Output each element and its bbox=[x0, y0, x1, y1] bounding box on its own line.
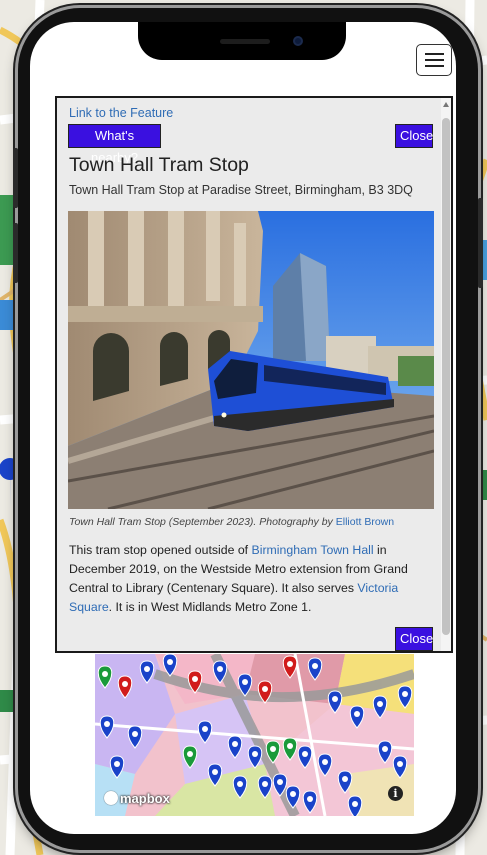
map-pin-dot bbox=[167, 659, 173, 665]
feature-title: Town Hall Tram Stop bbox=[69, 154, 249, 176]
map-pin-dot bbox=[212, 769, 218, 775]
power-button bbox=[478, 198, 483, 288]
map-pin-dot bbox=[237, 781, 243, 787]
map-pin-dot bbox=[352, 801, 358, 807]
map-pin-dot bbox=[242, 679, 248, 685]
map-pin-dot bbox=[332, 696, 338, 702]
map-pin-dot bbox=[307, 796, 313, 802]
map-pin-dot bbox=[262, 686, 268, 692]
feature-address: Town Hall Tram Stop at Paradise Street, … bbox=[69, 183, 413, 197]
phone-notch bbox=[138, 22, 346, 60]
map-pin-dot bbox=[382, 746, 388, 752]
hamburger-menu-button[interactable] bbox=[416, 44, 452, 76]
volume-button bbox=[13, 148, 18, 208]
map-pin-dot bbox=[102, 671, 108, 677]
popup-content: Link to the Feature What's nearby? Close… bbox=[57, 98, 441, 651]
map-pin-dot bbox=[262, 781, 268, 787]
photographer-link[interactable]: Elliott Brown bbox=[336, 516, 394, 528]
photo-caption: Town Hall Tram Stop (September 2023). Ph… bbox=[69, 516, 395, 528]
map-pin-dot bbox=[402, 691, 408, 697]
map-pin-dot bbox=[312, 663, 318, 669]
scroll-up-icon[interactable] bbox=[443, 102, 449, 107]
hamburger-menu-icon bbox=[424, 53, 444, 55]
map-pin-dot bbox=[187, 751, 193, 757]
hamburger-menu-icon bbox=[424, 59, 444, 61]
camera-icon bbox=[293, 36, 303, 46]
map-pin-dot bbox=[277, 779, 283, 785]
map-pin-dot bbox=[322, 759, 328, 765]
map-pin-dot bbox=[287, 743, 293, 749]
mapbox-logo-icon bbox=[104, 791, 118, 805]
map-pin-dot bbox=[202, 726, 208, 732]
scrollbar-thumb[interactable] bbox=[442, 118, 450, 635]
map-pin-dot bbox=[252, 751, 258, 757]
info-icon[interactable]: i bbox=[388, 786, 403, 801]
map-pin-dot bbox=[217, 666, 223, 672]
map-pin-dot bbox=[290, 791, 296, 797]
speaker-grille bbox=[220, 39, 270, 44]
popup-scrollbar[interactable] bbox=[441, 98, 451, 651]
birmingham-town-hall-link[interactable]: Birmingham Town Hall bbox=[252, 543, 374, 557]
feature-description: This tram stop opened outside of Birming… bbox=[69, 543, 408, 614]
map-pin-dot bbox=[302, 751, 308, 757]
map-pin-dot bbox=[342, 776, 348, 782]
map-pin-dot bbox=[114, 761, 120, 767]
feature-photo bbox=[68, 211, 434, 509]
feature-popup: Link to the Feature What's nearby? Close… bbox=[55, 96, 453, 653]
volume-button bbox=[13, 223, 18, 283]
map-pin-dot bbox=[104, 721, 110, 727]
map-pin-dot bbox=[132, 731, 138, 737]
map-pin-dot bbox=[397, 761, 403, 767]
map-pin-dot bbox=[287, 661, 293, 667]
map-pin-dot bbox=[144, 666, 150, 672]
close-button[interactable]: Close bbox=[395, 627, 433, 651]
map-pin-dot bbox=[232, 741, 238, 747]
whats-nearby-button[interactable]: What's nearby? bbox=[68, 124, 161, 165]
feature-link[interactable]: Link to the Feature bbox=[69, 106, 173, 120]
map-pin-dot bbox=[192, 676, 198, 682]
map-pin-dot bbox=[270, 746, 276, 752]
map-pin-dot bbox=[122, 681, 128, 687]
map-pin-dot bbox=[377, 701, 383, 707]
hamburger-menu-icon bbox=[424, 65, 444, 67]
close-button[interactable]: Close bbox=[395, 124, 433, 148]
map-pin-dot bbox=[354, 711, 360, 717]
mapbox-logo[interactable]: mapbox bbox=[104, 791, 170, 806]
